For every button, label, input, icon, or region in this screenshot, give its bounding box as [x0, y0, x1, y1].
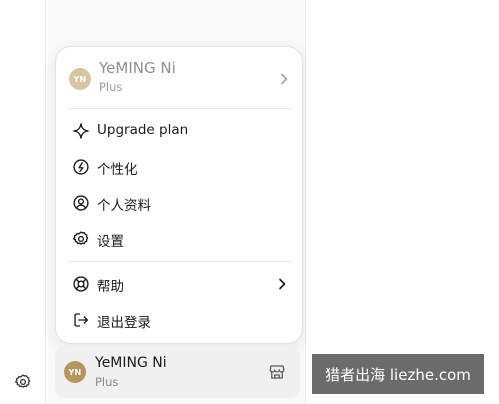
- lifebuoy-icon: [73, 276, 89, 292]
- menu-item-label: 设置: [97, 234, 124, 250]
- logout-icon: [74, 313, 89, 327]
- menu-item-personalize[interactable]: 个性化: [56, 150, 304, 184]
- avatar: YN: [64, 361, 86, 383]
- chevron-right-icon: [279, 278, 286, 290]
- menu-item-label: Upgrade plan: [97, 122, 189, 138]
- menu-item-upgrade-plan[interactable]: Upgrade plan: [56, 114, 304, 148]
- menu-divider: [68, 108, 292, 109]
- menu-item-label: 退出登录: [97, 315, 151, 331]
- menu-item-settings[interactable]: 设置: [56, 222, 304, 256]
- account-plan: Plus: [99, 80, 123, 94]
- gear-icon: [14, 374, 31, 388]
- profile-name: YeMING Ni: [95, 355, 167, 371]
- left-rail: [0, 0, 46, 404]
- profile-button[interactable]: YN YeMING Ni Plus: [55, 346, 300, 398]
- personalize-icon: [73, 159, 89, 175]
- chevron-right-icon: [281, 73, 288, 85]
- user-circle-icon: [73, 195, 89, 211]
- account-menu: YN YeMING Ni Plus Upgrade plan 个性化 个人资料: [55, 46, 303, 344]
- account-switcher[interactable]: YN YeMING Ni Plus: [56, 47, 304, 109]
- menu-divider: [68, 261, 292, 262]
- avatar: YN: [69, 68, 91, 90]
- menu-item-logout[interactable]: 退出登录: [56, 303, 304, 337]
- profile-plan: Plus: [95, 375, 119, 389]
- account-name: YeMING Ni: [99, 59, 176, 77]
- menu-item-label: 帮助: [97, 279, 124, 295]
- watermark: 猎者出海 liezhe.com: [312, 354, 484, 394]
- menu-item-label: 个人资料: [97, 198, 151, 214]
- gear-icon: [72, 231, 89, 245]
- sparkle-icon: [73, 123, 89, 139]
- store-icon[interactable]: [268, 363, 286, 381]
- rail-settings-button[interactable]: [12, 371, 34, 393]
- menu-item-label: 个性化: [97, 162, 138, 178]
- menu-item-help[interactable]: 帮助: [56, 267, 304, 301]
- menu-item-profile[interactable]: 个人资料: [56, 186, 304, 220]
